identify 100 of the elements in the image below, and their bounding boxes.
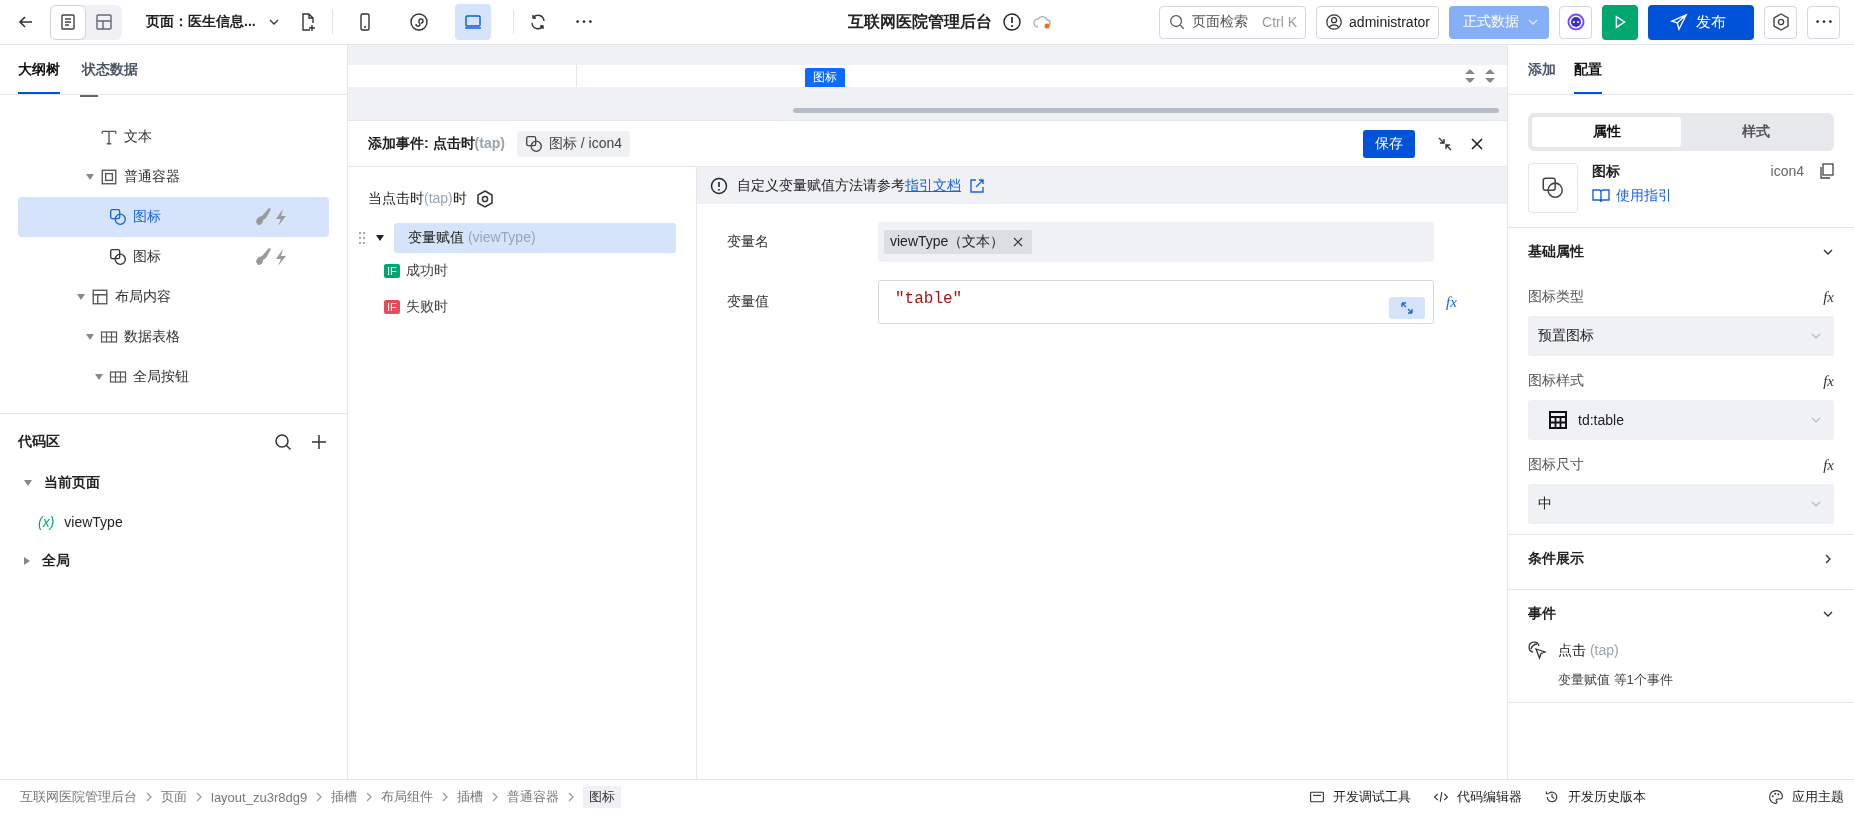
outline-item[interactable]: 文本 [18, 117, 329, 157]
branch-item[interactable]: 失败时 [405, 298, 448, 316]
close-icon[interactable] [1012, 236, 1025, 248]
property-label: 图标样式 [1528, 372, 1584, 390]
outline-item[interactable]: 布局内容 [18, 277, 329, 317]
external-link-icon[interactable] [969, 177, 985, 194]
property-select[interactable]: 预置图标 [1528, 316, 1834, 356]
theme-button[interactable]: 应用主题 [1768, 788, 1844, 806]
chevron-icon [145, 791, 153, 803]
send-icon [1670, 13, 1688, 31]
outline-item[interactable]: 全局按钮 [18, 357, 329, 397]
outline-item[interactable]: 图标 [18, 197, 329, 237]
info-icon [709, 175, 729, 196]
formula-button[interactable]: fx [1823, 288, 1834, 306]
segment-tab[interactable]: 样式 [1681, 117, 1830, 147]
breadcrumb-item[interactable]: 插槽 [331, 788, 358, 806]
panel-tab[interactable]: 配置 [1574, 45, 1602, 94]
section-header[interactable]: 基础属性 [1528, 243, 1584, 261]
event-name[interactable]: 点击 (tap) [1558, 642, 1619, 660]
panel-tab[interactable]: 添加 [1528, 45, 1556, 94]
event-summary: 变量赋值 等1个事件 [1557, 671, 1674, 689]
breadcrumb-item[interactable]: 布局组件 [381, 788, 434, 806]
condition-badge: IF [384, 264, 400, 278]
breadcrumb-item[interactable]: layout_zu3r8dg9 [211, 789, 308, 805]
drag-handle-icon[interactable] [358, 231, 366, 245]
outline-item[interactable]: 图标 [18, 237, 329, 277]
code-input[interactable]: "table" [878, 280, 1434, 324]
scrollbar[interactable] [793, 108, 1499, 113]
info-icon[interactable] [1002, 12, 1023, 32]
book-icon [1592, 188, 1610, 204]
document-icon [58, 12, 78, 32]
save-button[interactable]: 保存 [1363, 129, 1415, 158]
caret-icon[interactable] [376, 235, 384, 241]
formula-button[interactable]: fx [1823, 456, 1834, 474]
formula-button[interactable]: fx [1446, 293, 1457, 311]
page-view-button[interactable] [50, 4, 86, 40]
code-editor-button[interactable]: 代码编辑器 [1433, 788, 1522, 806]
table-icon [100, 328, 118, 346]
outline-item[interactable]: 数据表格 [18, 317, 329, 357]
search-field[interactable]: 页面检索 Ctrl K [1159, 5, 1307, 39]
property-select[interactable]: td:table [1528, 400, 1834, 440]
breadcrumb-item[interactable]: 互联网医院管理后台 [20, 788, 137, 806]
user-button[interactable]: administrator [1316, 5, 1439, 39]
variable-item[interactable]: viewType [64, 514, 123, 530]
debug-tools-button[interactable]: 开发调试工具 [1309, 788, 1411, 806]
chevron-icon [365, 791, 374, 803]
breadcrumb-item[interactable]: 图标 [583, 786, 622, 808]
more-icon [1815, 20, 1832, 24]
run-button[interactable] [1602, 4, 1638, 40]
add-icon[interactable] [309, 432, 329, 452]
breadcrumb-item[interactable]: 插槽 [457, 788, 484, 806]
property-label: 图标类型 [1528, 288, 1584, 306]
miniapp-icon [408, 12, 429, 32]
guide-link[interactable]: 使用指引 [1592, 187, 1757, 205]
robot-icon [1565, 12, 1586, 32]
guide-link[interactable]: 指引文档 [905, 176, 961, 193]
variable-symbol: (x) [38, 514, 55, 530]
settings-button[interactable] [1764, 5, 1797, 39]
section-header[interactable]: 条件展示 [1528, 550, 1584, 568]
chevron-icon [567, 791, 576, 803]
shapes-icon [524, 134, 543, 153]
search-icon[interactable] [273, 432, 293, 452]
code-group[interactable]: 全局 [42, 552, 70, 570]
history-icon [1544, 789, 1560, 805]
more-icon[interactable] [575, 20, 592, 24]
section-header[interactable]: 事件 [1528, 605, 1556, 623]
chevron-icon [195, 791, 203, 803]
click-icon [1528, 641, 1548, 661]
copy-icon[interactable] [1818, 163, 1834, 179]
outline-item[interactable]: 普通容器 [18, 157, 329, 197]
panel-tab[interactable]: 大纲树 [18, 45, 60, 94]
property-select[interactable]: 中 [1528, 484, 1834, 524]
code-group[interactable]: 当前页面 [44, 474, 100, 492]
app-title: 互联网医院管理后台 [848, 11, 993, 32]
publish-button[interactable]: 发布 [1648, 4, 1754, 40]
layout-icon [94, 12, 114, 32]
shapes-icon [109, 248, 127, 266]
history-button[interactable]: 开发历史版本 [1544, 788, 1646, 806]
expand-icon[interactable] [1389, 297, 1425, 319]
branch-item[interactable]: 成功时 [405, 262, 448, 280]
container-icon [100, 168, 118, 186]
page-dropdown[interactable]: 页面：医生信息... [146, 13, 280, 31]
shapes-icon [109, 208, 127, 226]
action-item[interactable]: 变量赋值 (viewType) [394, 223, 676, 253]
text-icon [100, 128, 118, 146]
breadcrumb-item[interactable]: 页面 [161, 788, 187, 806]
variable-select[interactable]: viewType（文本） [878, 222, 1434, 262]
table-icon [1548, 410, 1568, 430]
assistant-button[interactable] [1559, 5, 1592, 39]
segment-tab[interactable]: 属性 [1532, 117, 1681, 147]
chevron-icon [491, 791, 500, 803]
formula-button[interactable]: fx [1823, 372, 1834, 390]
breadcrumb-item[interactable]: 普通容器 [507, 788, 560, 806]
target-label: 图标 / icon4 [548, 134, 623, 153]
panel-tab[interactable]: 状态数据 [82, 45, 138, 94]
settings-icon [1770, 12, 1791, 32]
window-icon [1309, 789, 1325, 805]
desktop-button[interactable] [454, 4, 491, 40]
notice-text: 自定义变量赋值方法请参考指引文档 [737, 176, 961, 195]
settings-icon[interactable] [474, 189, 495, 209]
